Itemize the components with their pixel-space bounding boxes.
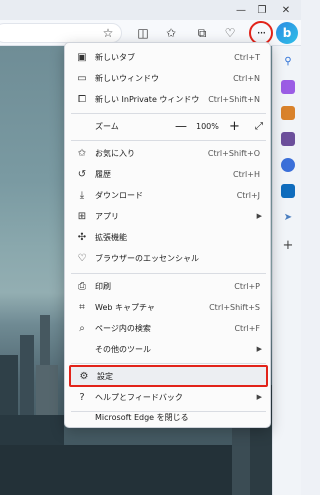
web-capture-icon: ⌗ xyxy=(79,301,85,313)
menu-item-label: 新しいタブ xyxy=(95,52,135,62)
apps-grid-icon: ⊞ xyxy=(77,210,87,222)
menu-item-shortcut: Ctrl+Shift+N xyxy=(208,94,260,104)
new-tab-icon: ▣ xyxy=(77,51,87,63)
settings-and-more-menu: ▣ 新しいタブ Ctrl+T ▭ 新しいウィンドウ Ctrl+N ⧠ 新しい I… xyxy=(64,42,271,428)
history-icon: ↺ xyxy=(77,168,87,180)
menu-item-label: お気に入り xyxy=(95,148,135,158)
chevron-right-icon: ▶ xyxy=(256,212,262,220)
menu-item-zoom: ズーム — 100% + ⤢ xyxy=(69,115,268,137)
minimize-icon[interactable]: — xyxy=(231,2,251,18)
gear-icon: ⚙ xyxy=(79,370,89,382)
menu-separator xyxy=(71,273,266,274)
essentials-heart-icon: ♡ xyxy=(77,252,87,264)
new-window-icon: ▭ xyxy=(77,72,87,84)
menu-item-shortcut: Ctrl+Shift+S xyxy=(209,302,260,312)
performance-heart-icon[interactable]: ♡ xyxy=(220,23,240,43)
menu-item-label: Web キャプチャ xyxy=(95,302,155,312)
menu-item-apps[interactable]: ⊞ アプリ ▶ xyxy=(69,205,268,227)
menu-item-label: 新しいウィンドウ xyxy=(95,73,159,83)
menu-item-help-feedback[interactable]: ? ヘルプとフィードバック ▶ xyxy=(69,386,268,408)
menu-item-label: 設定 xyxy=(97,371,113,381)
menu-item-more-tools[interactable]: その他のツール ▶ xyxy=(69,338,268,360)
zoom-in-button[interactable]: + xyxy=(229,119,240,134)
favorites-icon[interactable]: ✩ xyxy=(161,23,181,43)
zoom-out-button[interactable]: — xyxy=(175,119,187,133)
menu-item-label: 新しい InPrivate ウィンドウ xyxy=(95,94,200,104)
chevron-right-icon: ▶ xyxy=(256,345,262,353)
inprivate-icon: ⧠ xyxy=(78,93,86,105)
menu-item-new-window[interactable]: ▭ 新しいウィンドウ Ctrl+N xyxy=(69,67,268,89)
menu-item-shortcut: Ctrl+P xyxy=(234,281,260,291)
tools-briefcase-icon[interactable] xyxy=(281,106,295,120)
copilot-icon[interactable]: b xyxy=(276,22,298,44)
chevron-right-icon: ▶ xyxy=(256,393,262,401)
outlook-icon[interactable] xyxy=(281,184,295,198)
menu-item-label: 履歴 xyxy=(95,169,111,179)
menu-item-shortcut: Ctrl+N xyxy=(233,73,260,83)
close-icon[interactable]: ✕ xyxy=(276,2,296,18)
menu-item-favorites[interactable]: ✩ お気に入り Ctrl+Shift+O xyxy=(69,142,268,164)
title-bar: — ❐ ✕ xyxy=(0,0,301,20)
menu-separator xyxy=(71,140,266,141)
download-icon: ⤓ xyxy=(79,189,85,201)
menu-item-browser-essentials[interactable]: ♡ ブラウザーのエッセンシャル xyxy=(69,247,268,269)
menu-item-shortcut: Ctrl+Shift+O xyxy=(207,148,260,158)
menu-separator xyxy=(71,113,266,114)
help-icon: ? xyxy=(79,391,85,403)
send-icon[interactable]: ➤ xyxy=(281,210,295,224)
menu-separator xyxy=(71,363,266,364)
menu-item-new-tab[interactable]: ▣ 新しいタブ Ctrl+T xyxy=(69,46,268,68)
menu-item-label: 拡張機能 xyxy=(95,232,127,242)
menu-item-label: 印刷 xyxy=(95,281,111,291)
restore-icon[interactable]: ❐ xyxy=(252,2,272,18)
menu-item-print[interactable]: ⎙ 印刷 Ctrl+P xyxy=(69,275,268,297)
menu-item-extensions[interactable]: ✣ 拡張機能 xyxy=(69,226,268,248)
printer-icon: ⎙ xyxy=(78,280,86,292)
menu-item-shortcut: Ctrl+H xyxy=(233,169,260,179)
games-icon[interactable] xyxy=(281,132,295,146)
fullscreen-icon[interactable]: ⤢ xyxy=(255,121,263,132)
search-icon[interactable]: ⚲ xyxy=(281,54,295,68)
menu-item-new-inprivate[interactable]: ⧠ 新しい InPrivate ウィンドウ Ctrl+Shift+N xyxy=(69,88,268,110)
menu-item-shortcut: Ctrl+F xyxy=(234,323,260,333)
menu-item-label: その他のツール xyxy=(95,344,151,354)
menu-item-shortcut: Ctrl+T xyxy=(234,52,260,62)
menu-item-find-on-page[interactable]: ⌕ ページ内の検索 Ctrl+F xyxy=(69,317,268,339)
menu-item-label: ダウンロード xyxy=(95,190,143,200)
menu-item-history[interactable]: ↺ 履歴 Ctrl+H xyxy=(69,163,268,185)
shopping-tag-icon[interactable] xyxy=(281,80,295,94)
menu-item-web-capture[interactable]: ⌗ Web キャプチャ Ctrl+Shift+S xyxy=(69,296,268,318)
menu-item-label: ヘルプとフィードバック xyxy=(95,392,183,402)
menu-item-label: アプリ xyxy=(95,211,119,221)
extensions-puzzle-icon: ✣ xyxy=(77,231,87,243)
favorites-star-icon: ✩ xyxy=(77,147,87,159)
menu-item-label: ブラウザーのエッセンシャル xyxy=(95,253,199,263)
collections-icon[interactable]: ⧉ xyxy=(192,23,212,43)
menu-item-settings[interactable]: ⚙ 設定 xyxy=(69,365,268,387)
zoom-level: 100% xyxy=(196,121,219,131)
favorite-star-icon[interactable]: ☆ xyxy=(98,23,118,43)
menu-item-label: ページ内の検索 xyxy=(95,323,151,333)
microsoft365-icon[interactable] xyxy=(281,158,295,172)
edge-sidebar: ⚲ ➤ + xyxy=(272,46,301,495)
split-screen-icon[interactable]: ◫ xyxy=(133,23,153,43)
menu-item-label: ズーム xyxy=(95,121,119,131)
add-icon[interactable]: + xyxy=(281,238,295,253)
menu-item-downloads[interactable]: ⤓ ダウンロード Ctrl+J xyxy=(69,184,268,206)
find-in-page-icon: ⌕ xyxy=(79,322,85,334)
menu-item-shortcut: Ctrl+J xyxy=(236,190,260,200)
menu-item-close-edge[interactable]: Microsoft Edge を閉じる xyxy=(69,406,268,428)
menu-item-label: Microsoft Edge を閉じる xyxy=(95,412,189,422)
